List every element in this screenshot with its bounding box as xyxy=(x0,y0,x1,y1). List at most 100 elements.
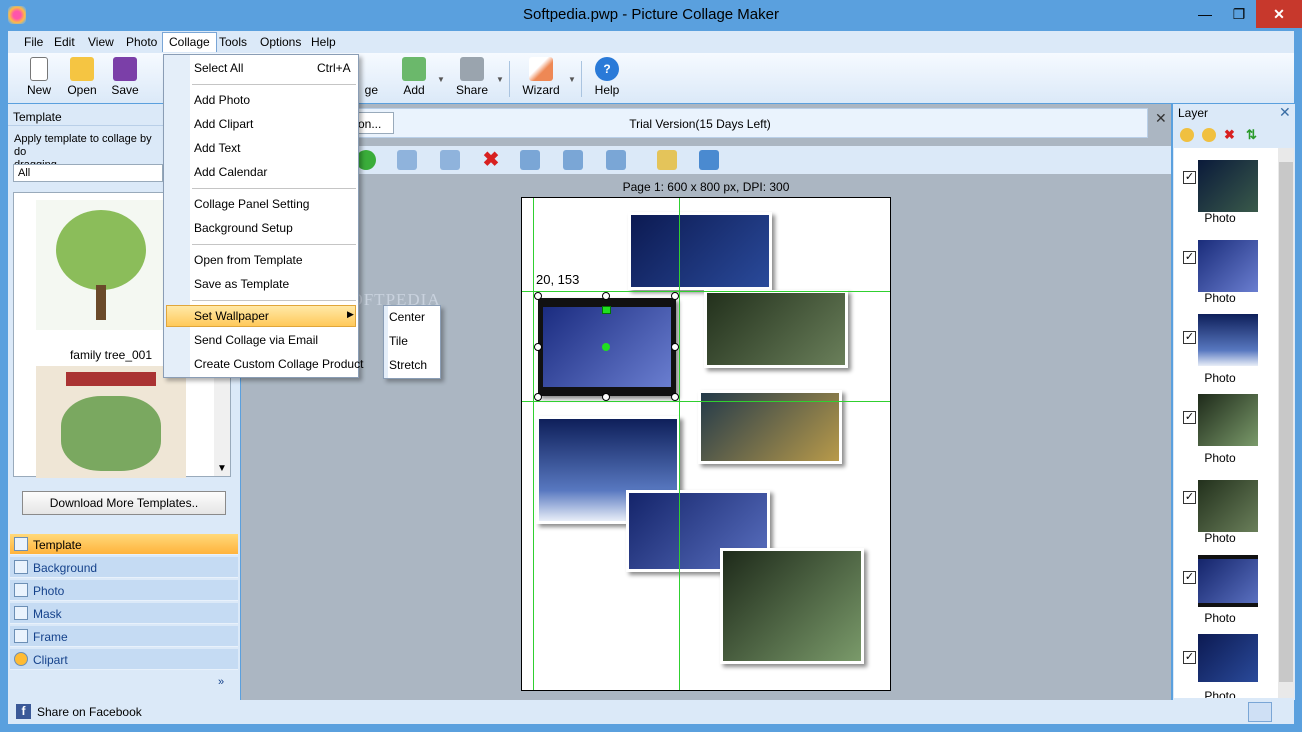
collage-photo[interactable] xyxy=(628,212,772,290)
layer-thumbnail[interactable] xyxy=(1198,240,1258,292)
menu-shortcut: Ctrl+A xyxy=(317,61,351,75)
scroll-down-icon[interactable]: ▼ xyxy=(217,463,227,474)
resize-handle[interactable] xyxy=(534,343,542,351)
rotate-right-icon[interactable] xyxy=(440,150,460,170)
minimize-icon[interactable]: — xyxy=(1188,0,1222,28)
layer-down-icon[interactable] xyxy=(1202,128,1216,142)
add-dropdown-icon[interactable]: ▼ xyxy=(437,75,445,84)
maximize-icon[interactable]: ❐ xyxy=(1222,0,1256,28)
resize-handle[interactable] xyxy=(534,393,542,401)
menu-help[interactable]: Help xyxy=(305,34,342,50)
menu-collage[interactable]: Collage xyxy=(162,32,217,52)
facebook-icon[interactable]: f xyxy=(16,704,31,719)
submenu-item-center[interactable]: Center xyxy=(389,310,425,324)
resize-handle[interactable] xyxy=(671,393,679,401)
collage-photo[interactable] xyxy=(720,548,864,664)
layer-thumbnail[interactable] xyxy=(1198,480,1258,532)
submenu-item-stretch[interactable]: Stretch xyxy=(389,358,427,372)
layer-thumbnail[interactable] xyxy=(1198,634,1258,682)
menu-item-select-all[interactable]: Select All xyxy=(194,61,243,75)
menu-photo[interactable]: Photo xyxy=(120,34,163,50)
layer-thumbnail[interactable] xyxy=(1198,314,1258,366)
rotate-handle[interactable] xyxy=(602,306,611,314)
resize-handle[interactable] xyxy=(534,292,542,300)
magic-wand-icon xyxy=(529,57,553,81)
close-icon[interactable]: ✕ xyxy=(1256,0,1302,28)
layer-visibility-checkbox[interactable]: ✓ xyxy=(1183,491,1196,504)
expand-more-icon[interactable]: » xyxy=(218,676,224,688)
save-button[interactable]: Save xyxy=(105,57,145,97)
delete-layer-icon[interactable]: ✖ xyxy=(1224,128,1238,142)
collage-photo[interactable] xyxy=(704,290,848,368)
layer-visibility-checkbox[interactable]: ✓ xyxy=(1183,331,1196,344)
layer-visibility-checkbox[interactable]: ✓ xyxy=(1183,571,1196,584)
close-icon[interactable]: ✕ xyxy=(1279,104,1291,121)
layer-up-icon[interactable] xyxy=(1180,128,1194,142)
menu-options[interactable]: Options xyxy=(254,34,307,50)
layer-label: Photo xyxy=(1204,211,1236,225)
resize-handle[interactable] xyxy=(671,292,679,300)
layer-visibility-checkbox[interactable]: ✓ xyxy=(1183,411,1196,424)
help-button[interactable]: ? Help xyxy=(587,57,627,97)
menu-item-set-wallpaper[interactable]: Set Wallpaper xyxy=(194,309,269,323)
submenu-item-tile[interactable]: Tile xyxy=(389,334,408,348)
layer-visibility-checkbox[interactable]: ✓ xyxy=(1183,651,1196,664)
layer-thumbnail[interactable] xyxy=(1198,160,1258,212)
rotate-left-icon[interactable] xyxy=(397,150,417,170)
layer-thumbnail[interactable] xyxy=(1198,394,1258,446)
properties-icon[interactable] xyxy=(699,150,719,170)
swap-layers-icon[interactable]: ⇅ xyxy=(1246,128,1260,142)
guide-line xyxy=(522,291,890,292)
resize-handle[interactable] xyxy=(602,393,610,401)
menu-item-add-clipart[interactable]: Add Clipart xyxy=(194,117,253,131)
share-button[interactable]: Share xyxy=(452,57,492,97)
menu-item-add-calendar[interactable]: Add Calendar xyxy=(194,165,267,179)
menu-item-add-photo[interactable]: Add Photo xyxy=(194,93,250,107)
share-on-facebook-link[interactable]: Share on Facebook xyxy=(37,705,142,719)
nav-photo[interactable]: Photo xyxy=(10,580,238,601)
move-down-icon[interactable] xyxy=(356,150,376,170)
registration-button[interactable]: on... xyxy=(354,112,394,134)
center-handle[interactable] xyxy=(602,343,610,351)
delete-icon[interactable]: ✖ xyxy=(481,150,501,170)
nav-mask[interactable]: Mask xyxy=(10,603,238,624)
wizard-button[interactable]: Wizard xyxy=(521,57,561,97)
download-more-templates-button[interactable]: Download More Templates.. xyxy=(22,491,226,515)
effects-icon[interactable] xyxy=(657,150,677,170)
nav-frame[interactable]: Frame xyxy=(10,626,238,647)
monitor-icon[interactable] xyxy=(1248,702,1272,722)
menu-item-open-from-template[interactable]: Open from Template xyxy=(194,253,303,267)
layer-label: Photo xyxy=(1204,611,1236,625)
add-button[interactable]: Add xyxy=(394,57,434,97)
menu-item-create-custom-collage-product[interactable]: Create Custom Collage Product xyxy=(194,357,363,371)
nav-template[interactable]: Template xyxy=(10,534,238,555)
align-left-icon[interactable] xyxy=(563,150,583,170)
share-dropdown-icon[interactable]: ▼ xyxy=(496,75,504,84)
close-icon[interactable]: ✕ xyxy=(1155,110,1167,127)
distribute-icon[interactable] xyxy=(606,150,626,170)
menu-item-add-text[interactable]: Add Text xyxy=(194,141,240,155)
new-button[interactable]: New xyxy=(19,57,59,97)
menu-item-send-collage-via-email[interactable]: Send Collage via Email xyxy=(194,333,318,347)
menu-item-background-setup[interactable]: Background Setup xyxy=(194,221,293,235)
menu-view[interactable]: View xyxy=(82,34,120,50)
template-thumbnail-family-tree-2[interactable] xyxy=(36,366,186,478)
wizard-dropdown-icon[interactable]: ▼ xyxy=(568,75,576,84)
open-button[interactable]: Open xyxy=(62,57,102,97)
resize-handle[interactable] xyxy=(671,343,679,351)
layer-scroll-thumb[interactable] xyxy=(1279,162,1293,682)
new-document-icon xyxy=(30,57,48,81)
resize-handle[interactable] xyxy=(602,292,610,300)
nav-clipart[interactable]: Clipart xyxy=(10,649,238,670)
template-filter-select[interactable]: All xyxy=(13,164,163,182)
menu-tools[interactable]: Tools xyxy=(213,34,253,50)
menu-item-save-as-template[interactable]: Save as Template xyxy=(194,277,289,291)
nav-background[interactable]: Background xyxy=(10,557,238,578)
align-center-icon[interactable] xyxy=(520,150,540,170)
menu-edit[interactable]: Edit xyxy=(48,34,81,50)
layer-visibility-checkbox[interactable]: ✓ xyxy=(1183,171,1196,184)
layer-thumbnail[interactable] xyxy=(1198,555,1258,607)
menu-item-collage-panel-setting[interactable]: Collage Panel Setting xyxy=(194,197,309,211)
layer-visibility-checkbox[interactable]: ✓ xyxy=(1183,251,1196,264)
menu-file[interactable]: File xyxy=(18,34,49,50)
